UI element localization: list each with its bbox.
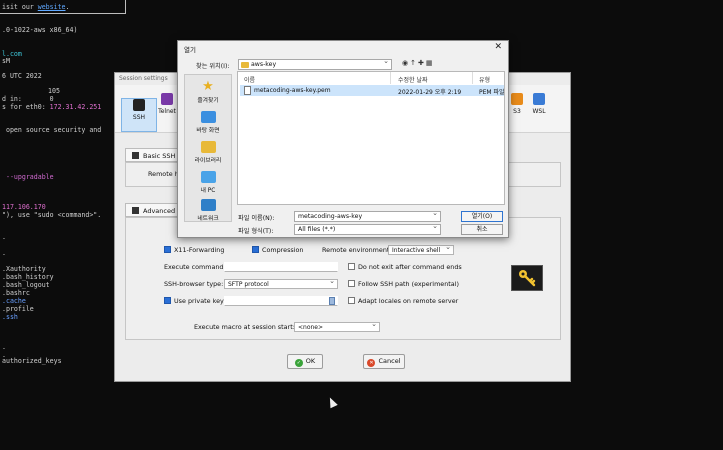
terminal-line-security: open source security and bbox=[2, 126, 102, 134]
terminal-line-kernel: .0-1022-aws x86_64) bbox=[2, 26, 78, 34]
file-name-input[interactable]: metacoding-aws-key bbox=[294, 209, 441, 222]
terminal-file-bash-history: .bash_history bbox=[2, 273, 54, 281]
key-icon bbox=[519, 270, 536, 287]
terminal-file-authorized-keys: authorized_keys bbox=[2, 357, 62, 365]
file-modified: 2022-01-29 오후 2:19 bbox=[398, 89, 462, 96]
file-type-label: 파일 형식(T): bbox=[238, 228, 274, 235]
remote-environment-label: Remote environment: bbox=[322, 246, 392, 254]
desktop-icon bbox=[200, 111, 216, 123]
cancel-button[interactable]: ✕ Cancel bbox=[363, 354, 405, 369]
use-private-key-checkbox[interactable]: Use private key bbox=[164, 297, 224, 305]
terminal-line-sudo: "), use "sudo <command>". bbox=[2, 211, 102, 219]
execute-macro-select[interactable]: <none> bbox=[294, 322, 380, 332]
column-modified[interactable]: 수정한 날짜 bbox=[398, 75, 428, 84]
computer-icon bbox=[200, 171, 216, 183]
view-menu-icon[interactable]: ▦ bbox=[426, 59, 435, 67]
file-name-label: 파일 이름(N): bbox=[238, 215, 275, 222]
file-type-select[interactable]: All files (*.*) bbox=[294, 222, 441, 235]
terminal-line-dot2: . bbox=[2, 249, 6, 257]
new-folder-icon[interactable]: ✚ bbox=[418, 59, 426, 67]
terminal-line-eth0: s for eth0: 172.31.42.251 bbox=[2, 103, 102, 111]
look-in-select[interactable]: aws-key bbox=[238, 57, 392, 70]
ok-button[interactable]: ✓ OK bbox=[287, 354, 323, 369]
terminal-line-mail2: sM bbox=[2, 57, 10, 65]
terminal-line-ip2: 117.106.170 bbox=[2, 203, 46, 211]
terminal-file-cache: .cache bbox=[2, 297, 26, 305]
open-button[interactable]: 열기(O) bbox=[461, 211, 503, 222]
adapt-locales-checkbox[interactable]: Adapt locales on remote server bbox=[348, 297, 458, 305]
star-icon: ★ bbox=[202, 79, 214, 94]
terminal-file-bash-logout: .bash_logout bbox=[2, 281, 50, 289]
terminal-line-upgradable: --upgradable bbox=[2, 173, 54, 181]
tab-basic-ssh[interactable]: Basic SSH bbox=[125, 148, 183, 162]
terminal-file-xauthority: .Xauthority bbox=[2, 265, 46, 273]
ssh-browser-type-label: SSH-browser type: bbox=[164, 280, 224, 288]
compression-checkbox[interactable]: Compression bbox=[252, 246, 303, 254]
ok-check-icon: ✓ bbox=[294, 359, 303, 367]
dialog-title: 열기 bbox=[184, 46, 196, 54]
file-row-pem[interactable]: metacoding-aws-key.pem 2022-01-29 오후 2:1… bbox=[240, 85, 505, 96]
remote-host-label: Remote h bbox=[148, 170, 179, 178]
remote-environment-select[interactable]: Interactive shell bbox=[388, 245, 454, 255]
place-quick-access[interactable]: ★ 즐겨찾기 bbox=[185, 79, 231, 104]
ssh-browser-type-select[interactable]: SFTP protocol bbox=[224, 279, 338, 289]
x11-forwarding-checkbox[interactable]: X11-Forwarding bbox=[164, 246, 224, 254]
cancel-x-icon: ✕ bbox=[367, 359, 376, 367]
dialog-close-icon[interactable]: ✕ bbox=[494, 42, 502, 52]
terminal-file-ssh: .ssh bbox=[2, 313, 18, 321]
file-type: PEM 파일 bbox=[479, 89, 505, 96]
terminal-line-dot1: . bbox=[2, 233, 6, 241]
ssh-icon bbox=[133, 99, 145, 111]
execute-command-label: Execute command: bbox=[164, 263, 226, 271]
up-folder-icon[interactable]: ↑ bbox=[410, 59, 418, 67]
terminal-file-bashrc: .bashrc bbox=[2, 289, 30, 297]
telnet-icon bbox=[161, 93, 173, 105]
follow-ssh-path-checkbox[interactable]: Follow SSH path (experimental) bbox=[348, 280, 459, 288]
folder-icon bbox=[241, 62, 249, 68]
session-settings-title: Session settings bbox=[119, 75, 168, 82]
private-key-path-input[interactable] bbox=[224, 296, 338, 306]
dialog-cancel-button[interactable]: 취소 bbox=[461, 224, 503, 235]
terminal-line-105: 105 bbox=[48, 87, 60, 95]
file-name: metacoding-aws-key.pem bbox=[254, 87, 331, 94]
place-desktop[interactable]: 바탕 화면 bbox=[185, 111, 231, 134]
session-type-wsl[interactable]: WSL bbox=[521, 93, 557, 115]
ssh-settings-icon bbox=[132, 152, 139, 159]
private-key-icon-box bbox=[511, 265, 543, 291]
terminal-file-profile: .profile bbox=[2, 305, 34, 313]
place-network[interactable]: 네트워크 bbox=[185, 199, 231, 222]
terminal-line-date: 6 UTC 2022 bbox=[2, 72, 42, 80]
do-not-exit-checkbox[interactable]: Do not exit after command ends bbox=[348, 263, 462, 271]
column-type[interactable]: 유형 bbox=[479, 75, 490, 84]
website-link[interactable]: website bbox=[38, 3, 66, 11]
dialog-toolbar: ◉↑✚▦ bbox=[402, 59, 434, 67]
place-libraries[interactable]: 라이브러리 bbox=[185, 141, 231, 164]
network-icon bbox=[200, 199, 216, 211]
execute-command-input[interactable] bbox=[224, 262, 338, 272]
file-open-dialog: 열기 ✕ 찾는 위치(I): aws-key ◉↑✚▦ ★즐겨찾기 바탕 화면 … bbox=[177, 40, 509, 238]
browse-file-icon[interactable] bbox=[329, 297, 335, 305]
back-icon[interactable]: ◉ bbox=[402, 59, 410, 67]
file-list: 이름 수정한 날짜 유형 metacoding-aws-key.pem 2022… bbox=[237, 71, 505, 205]
terminal-line-logged-in: d in: 0 bbox=[2, 95, 54, 103]
terminal-line-website: isit our website. bbox=[2, 3, 70, 11]
execute-macro-label: Execute macro at session start: bbox=[194, 323, 295, 331]
place-this-pc[interactable]: 내 PC bbox=[185, 171, 231, 194]
places-bar: ★ 즐겨찾기 바탕 화면 라이브러리 내 PC 네트워크 bbox=[184, 74, 232, 222]
file-icon bbox=[244, 86, 251, 95]
library-folder-icon bbox=[200, 141, 216, 153]
column-name[interactable]: 이름 bbox=[244, 75, 255, 84]
wsl-windows-icon bbox=[533, 93, 545, 105]
look-in-label: 찾는 위치(I): bbox=[196, 63, 230, 70]
advanced-settings-icon bbox=[132, 207, 139, 214]
terminal-line-dot3: . bbox=[2, 343, 6, 351]
